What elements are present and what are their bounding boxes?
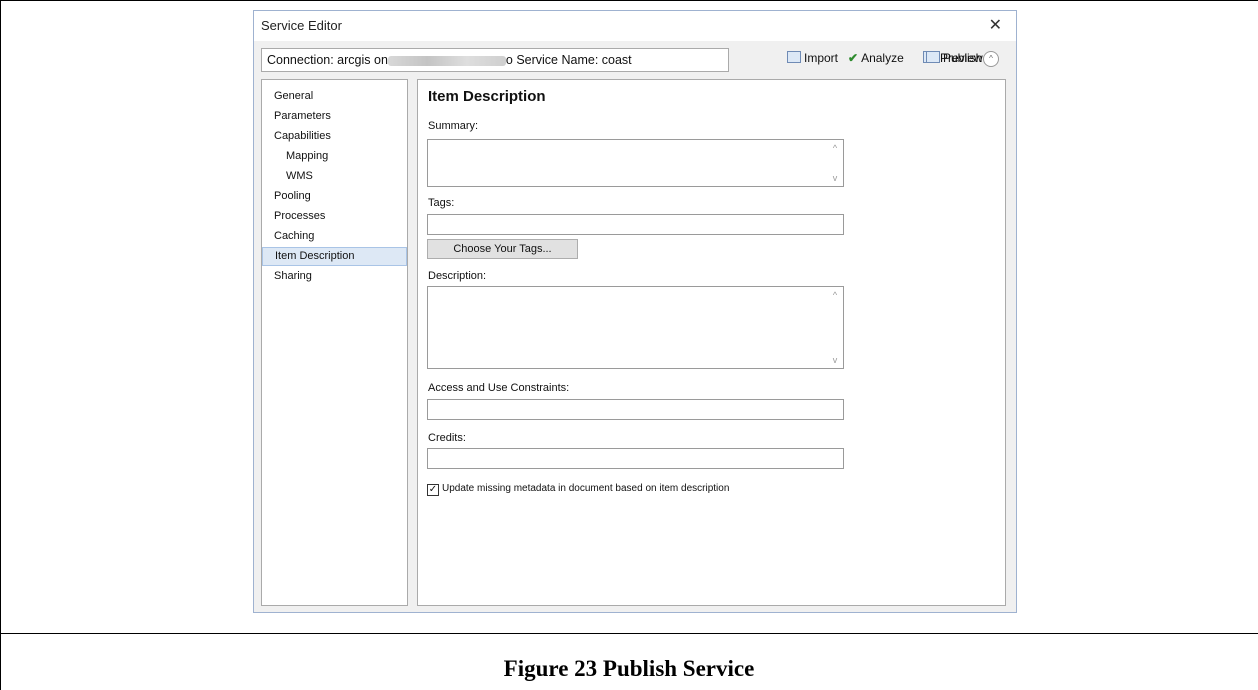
- scroll-down-icon[interactable]: v: [829, 355, 841, 365]
- scroll-down-icon[interactable]: v: [829, 173, 841, 183]
- import-button[interactable]: Import: [787, 51, 838, 65]
- summary-textarea[interactable]: ^ v: [427, 139, 844, 187]
- connection-field: Connection: arcgis on o Service Name: coa…: [261, 48, 729, 72]
- category-list: General Parameters Capabilities Mapping WMS P…: [261, 79, 408, 606]
- tags-input[interactable]: [427, 214, 844, 235]
- sidebar-item-processes[interactable]: Processes: [262, 207, 407, 226]
- publish-icon: [926, 51, 940, 63]
- sidebar-item-wms[interactable]: WMS: [262, 167, 407, 186]
- credits-input[interactable]: [427, 448, 844, 469]
- update-metadata-label: Update missing metadata in document base…: [442, 483, 730, 494]
- credits-label: Credits:: [428, 432, 466, 444]
- sidebar-item-pooling[interactable]: Pooling: [262, 187, 407, 206]
- tags-label: Tags:: [428, 197, 455, 209]
- scroll-up-icon[interactable]: ^: [829, 290, 841, 300]
- access-constraints-input[interactable]: [427, 399, 844, 420]
- checkmark-icon: ✔: [848, 51, 859, 65]
- sidebar-item-general[interactable]: General: [262, 87, 407, 106]
- sidebar-item-parameters[interactable]: Parameters: [262, 107, 407, 126]
- frame-left-line: [0, 0, 1, 690]
- scroll-up-icon[interactable]: ^: [829, 143, 841, 153]
- analyze-button[interactable]: ✔ Analyze: [848, 51, 904, 65]
- redacted-address: [387, 55, 506, 66]
- publish-label: Publish: [943, 51, 983, 65]
- item-description-panel: Item Description Summary: ^ v Tags: Choo…: [417, 79, 1006, 606]
- frame-top-line: [0, 0, 1258, 1]
- collapse-icon[interactable]: ^: [983, 51, 999, 67]
- sidebar-item-item-description[interactable]: Item Description: [262, 247, 407, 266]
- section-heading: Item Description: [428, 88, 546, 105]
- close-icon[interactable]: ✕: [989, 15, 1002, 35]
- figure-caption: Figure 23 Publish Service: [503, 656, 755, 681]
- service-editor-window: Service Editor ✕ Connection: arcgis on o …: [253, 10, 1017, 613]
- sidebar-item-capabilities[interactable]: Capabilities: [262, 127, 407, 146]
- title-bar: Service Editor ✕: [254, 11, 1016, 41]
- choose-tags-button[interactable]: Choose Your Tags...: [427, 239, 578, 259]
- connection-suffix: o Service Name: coast: [505, 53, 632, 67]
- access-constraints-label: Access and Use Constraints:: [428, 382, 570, 394]
- publish-tool[interactable]: Publish: [926, 51, 982, 65]
- sidebar-item-mapping[interactable]: Mapping: [262, 147, 407, 166]
- analyze-label: Analyze: [861, 51, 904, 65]
- description-textarea[interactable]: ^ v: [427, 286, 844, 369]
- description-label: Description:: [428, 270, 487, 282]
- import-icon: [787, 51, 801, 63]
- connection-prefix: Connection: arcgis on: [267, 53, 388, 67]
- summary-label: Summary:: [428, 120, 479, 132]
- window-title: Service Editor: [261, 18, 342, 33]
- sidebar-item-caching[interactable]: Caching: [262, 227, 407, 246]
- sidebar-item-sharing[interactable]: Sharing: [262, 267, 407, 286]
- update-metadata-checkbox[interactable]: ✓: [427, 484, 439, 496]
- import-label: Import: [804, 51, 839, 65]
- frame-middle-line: [0, 633, 1258, 634]
